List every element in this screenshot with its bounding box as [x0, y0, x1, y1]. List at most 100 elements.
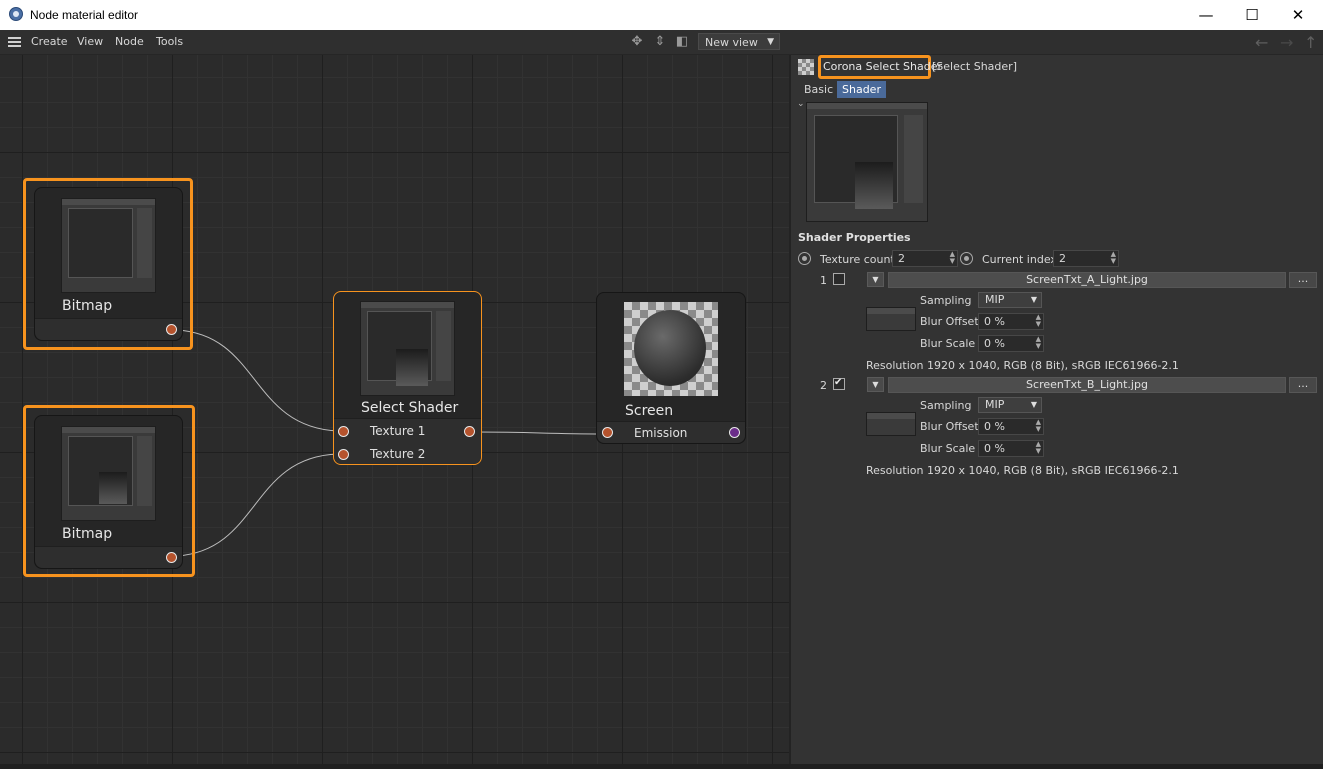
back-arrow-icon[interactable]: ←: [1255, 33, 1268, 52]
texture-slot-1-browse-button[interactable]: ...: [1289, 272, 1317, 288]
title-bar: Node material editor — ☐ ✕: [0, 0, 1323, 30]
texture-slot-1-sampling-label: Sampling: [920, 294, 972, 307]
menu-tools[interactable]: Tools: [156, 35, 183, 48]
texture-count-animate-icon[interactable]: [798, 252, 811, 265]
texture-count-input[interactable]: 2 ▲ ▼: [892, 250, 958, 267]
bitmap-node-1-footer: [35, 318, 182, 340]
texture-slot-1-resolution: Resolution 1920 x 1040, RGB (8 Bit), sRG…: [866, 359, 1179, 372]
bitmap-node-2-preview: [61, 426, 156, 521]
bitmap-node-2-title: Bitmap: [62, 526, 113, 542]
bitmap-node-2-output-port[interactable]: [166, 552, 177, 563]
select-shader-output-port[interactable]: [464, 426, 475, 437]
close-button[interactable]: ✕: [1275, 0, 1321, 30]
view-select-value: New view: [705, 36, 758, 49]
collapse-chevron-icon[interactable]: ⌄: [797, 99, 805, 109]
window-title: Node material editor: [30, 8, 139, 22]
texture-1-label: Texture 1: [370, 424, 426, 438]
view-select[interactable]: New view ▼: [698, 33, 780, 50]
texture-slot-2-blur-offset-label: Blur Offset: [920, 420, 979, 433]
select-shader-preview: [360, 301, 455, 396]
app-icon: [9, 7, 23, 21]
bitmap-node-2[interactable]: Bitmap: [34, 415, 183, 569]
texture-slot-2-sampling-value: MIP: [985, 398, 1005, 411]
select-shader-title: Select Shader: [361, 400, 459, 416]
spinner-icon[interactable]: ▲ ▼: [1036, 419, 1041, 433]
bitmap-node-1-title: Bitmap: [62, 298, 113, 314]
texture-count-value: 2: [898, 252, 905, 265]
emission-input-port[interactable]: [602, 427, 613, 438]
current-index-animate-icon[interactable]: [960, 252, 973, 265]
tab-shader[interactable]: Shader: [837, 81, 886, 98]
move-view-icon[interactable]: ✥: [630, 35, 644, 49]
node-canvas[interactable]: Bitmap Bitmap Select Shader Texture 1 Te…: [0, 55, 789, 769]
wire-bitmap2-texture2: [176, 453, 339, 557]
texture-slot-2-file[interactable]: ScreenTxt_B_Light.jpg: [888, 377, 1286, 393]
shader-preview-image: [806, 102, 928, 222]
spinner-icon[interactable]: ▲ ▼: [1036, 441, 1041, 455]
attributes-panel: Corona Select Shader [Select Shader] Bas…: [791, 55, 1323, 769]
wire-bitmap1-texture1: [176, 329, 339, 432]
texture-slot-2-browse-button[interactable]: ...: [1289, 377, 1317, 393]
bitmap-node-1[interactable]: Bitmap: [34, 187, 183, 341]
zoom-view-icon[interactable]: ⇕: [653, 35, 667, 49]
bitmap-node-1-output-port[interactable]: [166, 324, 177, 335]
current-index-input[interactable]: 2 ▲ ▼: [1053, 250, 1119, 267]
screen-node-output-port[interactable]: [729, 427, 740, 438]
texture-slot-2-blur-scale-input[interactable]: 0 % ▲ ▼: [978, 440, 1044, 457]
bitmap-node-2-footer: [35, 546, 182, 568]
texture-slot-1-checkbox[interactable]: [833, 273, 845, 285]
screen-node-preview: [624, 302, 718, 396]
texture-count-label: Texture count: [820, 253, 895, 266]
texture-slot-1-blur-offset-input[interactable]: 0 % ▲ ▼: [978, 313, 1044, 330]
texture-slot-2-resolution: Resolution 1920 x 1040, RGB (8 Bit), sRG…: [866, 464, 1179, 477]
texture-1-input-port[interactable]: [338, 426, 349, 437]
tab-basic[interactable]: Basic: [799, 81, 838, 98]
hamburger-menu-icon[interactable]: [8, 37, 21, 47]
texture-slot-2-sampling-label: Sampling: [920, 399, 972, 412]
texture-slot-1-blur-offset-label: Blur Offset: [920, 315, 979, 328]
chevron-down-icon: ▼: [767, 37, 774, 47]
wire-select-screen: [475, 431, 603, 435]
section-title: Shader Properties: [798, 231, 911, 244]
select-shader-node[interactable]: Select Shader Texture 1 Texture 2: [333, 291, 482, 465]
maximize-button[interactable]: ☐: [1229, 0, 1275, 30]
texture-2-label: Texture 2: [370, 447, 426, 461]
menu-create[interactable]: Create: [31, 35, 68, 48]
texture-slot-1-file[interactable]: ScreenTxt_A_Light.jpg: [888, 272, 1286, 288]
spinner-icon[interactable]: ▲ ▼: [1036, 336, 1041, 350]
chevron-down-icon: ▼: [1030, 295, 1037, 304]
texture-slot-1-sampling-select[interactable]: MIP ▼: [978, 292, 1042, 308]
texture-slot-2-blur-scale-value: 0 %: [984, 442, 1005, 455]
texture-slot-1-index: 1: [820, 274, 827, 287]
texture-slot-2-blur-offset-value: 0 %: [984, 420, 1005, 433]
texture-slot-2-thumbnail: [866, 412, 916, 436]
texture-slot-2-checkbox[interactable]: [833, 377, 845, 390]
menu-bar: Create View Node Tools ✥ ⇕ ◧: [0, 30, 1323, 55]
spinner-icon[interactable]: ▲ ▼: [950, 251, 955, 265]
texture-slot-1-dropdown[interactable]: ▼: [867, 272, 884, 287]
texture-slot-1-sampling-value: MIP: [985, 293, 1005, 306]
screen-node[interactable]: Screen Emission: [596, 292, 746, 444]
up-arrow-icon[interactable]: ↑: [1304, 33, 1317, 52]
menu-node[interactable]: Node: [115, 35, 144, 48]
texture-slot-1-thumbnail: [866, 307, 916, 331]
minimize-button[interactable]: —: [1183, 0, 1229, 30]
screen-node-title: Screen: [625, 403, 674, 419]
emission-label: Emission: [634, 426, 688, 440]
texture-slot-1-blur-scale-label: Blur Scale: [920, 337, 976, 350]
spinner-icon[interactable]: ▲ ▼: [1111, 251, 1116, 265]
panel-toggle-icon[interactable]: ◧: [675, 35, 689, 49]
bitmap-node-1-preview: [61, 198, 156, 293]
shader-name-field[interactable]: Corona Select Shader: [823, 60, 942, 73]
texture-slot-2-sampling-select[interactable]: MIP ▼: [978, 397, 1042, 413]
texture-slot-1-blur-scale-input[interactable]: 0 % ▲ ▼: [978, 335, 1044, 352]
texture-slot-2-blur-offset-input[interactable]: 0 % ▲ ▼: [978, 418, 1044, 435]
texture-slot-2-dropdown[interactable]: ▼: [867, 377, 884, 392]
shader-type-label: [Select Shader]: [932, 60, 1017, 73]
menu-view[interactable]: View: [77, 35, 103, 48]
forward-arrow-icon[interactable]: →: [1280, 33, 1293, 52]
texture-slot-1-blur-scale-value: 0 %: [984, 337, 1005, 350]
texture-2-input-port[interactable]: [338, 449, 349, 460]
status-strip: [0, 764, 1323, 769]
spinner-icon[interactable]: ▲ ▼: [1036, 314, 1041, 328]
